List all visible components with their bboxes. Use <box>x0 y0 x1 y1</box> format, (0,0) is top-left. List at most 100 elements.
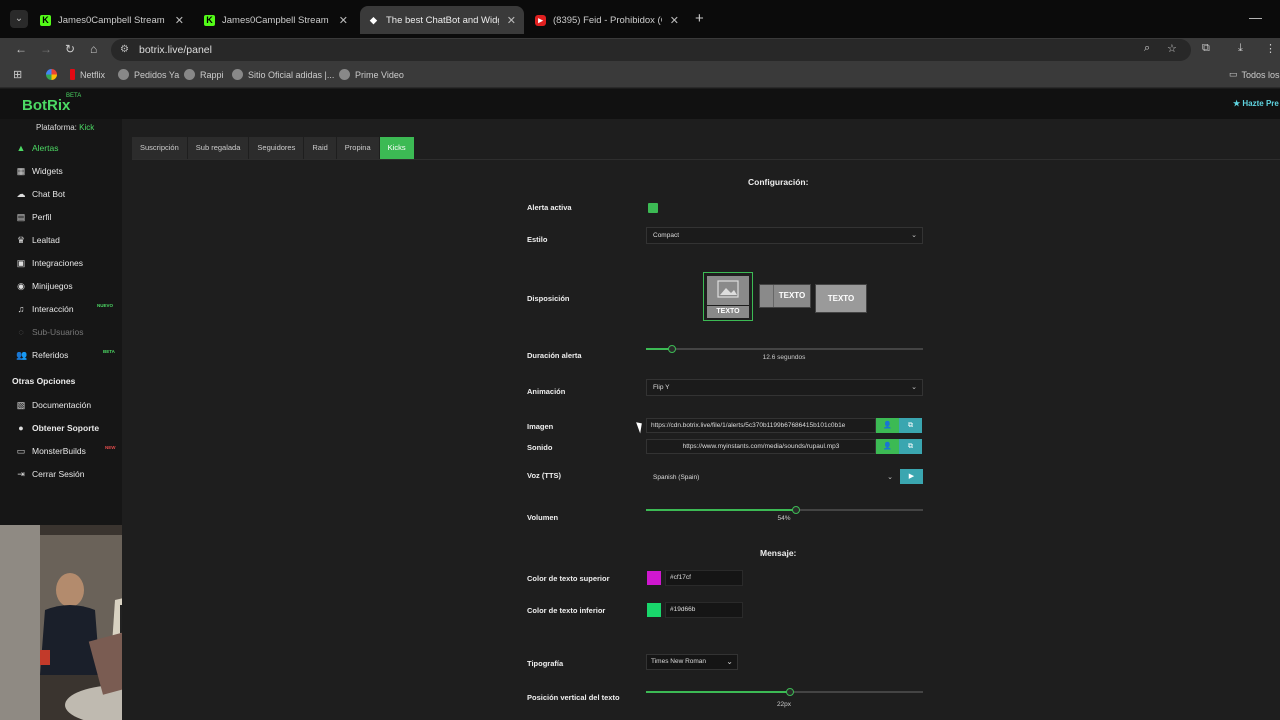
minimize-window-button[interactable]: — <box>1249 10 1262 25</box>
google-icon[interactable] <box>46 69 62 80</box>
user-upload-icon: 👤 <box>883 443 892 450</box>
typography-select[interactable]: Times New Roman ⌄ <box>646 654 738 670</box>
sidebar-item-referidos[interactable]: 👥 Referidos <box>0 345 122 365</box>
vertical-pos-label: Posición vertical del texto <box>527 693 620 702</box>
browser-nav-bar: ← → ↻ ⌂ ⚙ botrix.live/panel ⌕ ☆ ⧉ ⤓ ⋮ <box>0 38 1280 62</box>
bottom-color-swatch[interactable] <box>647 603 661 617</box>
vertical-pos-slider-handle[interactable] <box>786 688 795 696</box>
top-color-swatch[interactable] <box>647 571 661 585</box>
browser-tab-2[interactable]: K James0Campbell Stream - Kick ✕ <box>196 6 356 34</box>
integrations-icon: ▣ <box>16 257 26 268</box>
browser-tab-4[interactable]: ▸ (8395) Feid - Prohibidox (Offici ✕ <box>527 6 687 34</box>
sidebar-item-alertas[interactable]: ▲ Alertas <box>0 138 122 158</box>
sidebar-item-documentacion[interactable]: ▧ Documentación <box>0 395 122 415</box>
top-color-input[interactable]: #cf17cf <box>665 570 743 586</box>
tab-seguidores[interactable]: Seguidores <box>249 137 305 159</box>
bottom-color-input[interactable]: #19d66b <box>665 602 743 618</box>
upload-sound-button[interactable]: 👤 <box>876 439 899 454</box>
upload-image-button[interactable]: 👤 <box>876 418 899 433</box>
tab-search-dropdown[interactable]: ⌄ <box>10 10 28 28</box>
sidebar-item-minijuegos[interactable]: ◉ Minijuegos <box>0 276 122 296</box>
reload-icon[interactable]: ↻ <box>65 42 75 56</box>
sidebar: Plataforma: Kick ▲ Alertas ▦ Widgets ☁ Chat… <box>0 119 122 525</box>
home-icon[interactable]: ⌂ <box>90 42 97 56</box>
download-icon[interactable]: ⤓ <box>1238 42 1243 55</box>
back-arrow-icon[interactable]: ← <box>15 42 27 56</box>
play-tts-button[interactable]: ▶ <box>900 469 923 484</box>
address-bar[interactable]: ⚙ botrix.live/panel <box>111 39 1191 61</box>
estilo-select[interactable]: Compact ⌄ <box>646 227 923 244</box>
zoom-search-icon[interactable]: ⌕ <box>1144 42 1150 55</box>
sidebar-item-monsterbuilds[interactable]: ▭ MonsterBuilds <box>0 441 122 461</box>
youtube-icon: ▸ <box>535 14 546 26</box>
tab-kicks[interactable]: Kicks <box>379 137 415 159</box>
main-panel: Suscripción Sub regalada Seguidores Raid… <box>122 119 1280 720</box>
botrix-icon: ◆ <box>370 14 377 25</box>
bookmark-pedidos-ya[interactable]: Pedidos Ya <box>118 69 179 80</box>
sidebar-item-lealtad[interactable]: ♛ Lealtad <box>0 230 122 250</box>
alerta-activa-checkbox[interactable] <box>648 203 658 213</box>
sonido-label: Sonido <box>527 443 553 452</box>
tab-raid[interactable]: Raid <box>304 137 337 159</box>
gallery-icon: ⧉ <box>908 443 913 450</box>
tab-suscripcion[interactable]: Suscripción <box>132 137 188 159</box>
close-icon[interactable]: ✕ <box>670 14 679 27</box>
premium-link[interactable]: ★ Hazte Pre <box>1233 99 1279 108</box>
imagen-url-input[interactable]: https://cdn.botrix.live/file/1/alerts/5c… <box>646 418 876 433</box>
sidebar-item-integraciones[interactable]: ▣ Integraciones <box>0 253 122 273</box>
chevron-down-icon: ⌄ <box>726 657 733 666</box>
close-icon[interactable]: ✕ <box>175 14 184 27</box>
sonido-url-input[interactable]: https://www.myinstants.com/media/sounds/… <box>646 439 876 454</box>
image-placeholder-icon <box>760 285 774 307</box>
close-icon[interactable]: ✕ <box>507 14 516 27</box>
folder-icon: ▭ <box>1229 69 1238 79</box>
animacion-select[interactable]: Flip Y ⌄ <box>646 379 923 396</box>
sidebar-item-cerrar-sesion[interactable]: ⇥ Cerrar Sesión <box>0 464 122 484</box>
duracion-label: Duración alerta <box>527 351 582 360</box>
forward-arrow-icon[interactable]: → <box>40 42 52 56</box>
layout-option-text-overlay[interactable]: TEXTO <box>815 284 867 313</box>
gallery-sound-button[interactable]: ⧉ <box>899 439 922 454</box>
layout-option-vertical[interactable]: TEXTO <box>703 272 753 321</box>
site-settings-icon[interactable]: ⚙ <box>120 39 129 61</box>
voz-select[interactable]: Spanish (Spain) ⌄ <box>646 469 899 486</box>
bookmark-prime-video[interactable]: Prime Video <box>339 69 404 80</box>
volumen-slider[interactable] <box>646 506 923 514</box>
tab-propina[interactable]: Propina <box>336 137 380 159</box>
bookmark-rappi[interactable]: Rappi <box>184 69 224 80</box>
sidebar-item-perfil[interactable]: ▤ Perfil <box>0 207 122 227</box>
sidebar-item-widgets[interactable]: ▦ Widgets <box>0 161 122 181</box>
close-icon[interactable]: ✕ <box>339 14 348 27</box>
bookmark-netflix[interactable]: Netflix <box>70 69 105 80</box>
apps-grid-icon[interactable]: ⊞ <box>13 68 22 81</box>
trophy-icon: ♛ <box>16 234 26 245</box>
kick-icon: K <box>40 14 51 26</box>
sidebar-item-chatbot[interactable]: ☁ Chat Bot <box>0 184 122 204</box>
duracion-slider[interactable] <box>646 345 923 353</box>
extensions-icon[interactable]: ⧉ <box>1202 42 1210 55</box>
sidebar-item-sub-usuarios[interactable]: ◌ Sub-Usuarios <box>0 322 122 342</box>
sub-users-icon: ◌ <box>18 327 24 337</box>
logout-icon: ⇥ <box>17 468 25 479</box>
menu-kebab-icon[interactable]: ⋮ <box>1265 42 1276 55</box>
disposicion-label: Disposición <box>527 294 570 303</box>
bookmark-star-icon[interactable]: ☆ <box>1167 42 1177 55</box>
star-icon: ★ <box>1233 99 1243 108</box>
vertical-pos-slider[interactable] <box>646 688 923 696</box>
sidebar-item-obtener-soporte[interactable]: ● Obtener Soporte <box>0 418 122 438</box>
platform-indicator: Plataforma: Kick <box>36 123 95 132</box>
tab-sub-regalada[interactable]: Sub regalada <box>187 137 250 159</box>
volumen-slider-handle[interactable] <box>791 506 800 514</box>
botrix-logo[interactable]: BotRix <box>22 97 70 114</box>
all-bookmarks-folder[interactable]: ▭ Todos los <box>1229 69 1280 80</box>
new-tab-button[interactable]: + <box>695 10 704 27</box>
sidebar-item-interaccion[interactable]: ♫ Interacción <box>0 299 122 319</box>
gamepad-icon: ◉ <box>17 280 25 291</box>
browser-tab-3[interactable]: ◆ The best ChatBot and Widgets ✕ <box>360 6 524 34</box>
duracion-slider-handle[interactable] <box>668 345 677 353</box>
gallery-image-button[interactable]: ⧉ <box>899 418 922 433</box>
layout-option-horizontal[interactable]: TEXTO <box>759 284 811 308</box>
bookmark-adidas[interactable]: Sitio Oficial adidas |... <box>232 69 334 80</box>
support-icon: ● <box>18 423 24 433</box>
browser-tab-1[interactable]: K James0Campbell Stream - Wat ✕ <box>32 6 192 34</box>
